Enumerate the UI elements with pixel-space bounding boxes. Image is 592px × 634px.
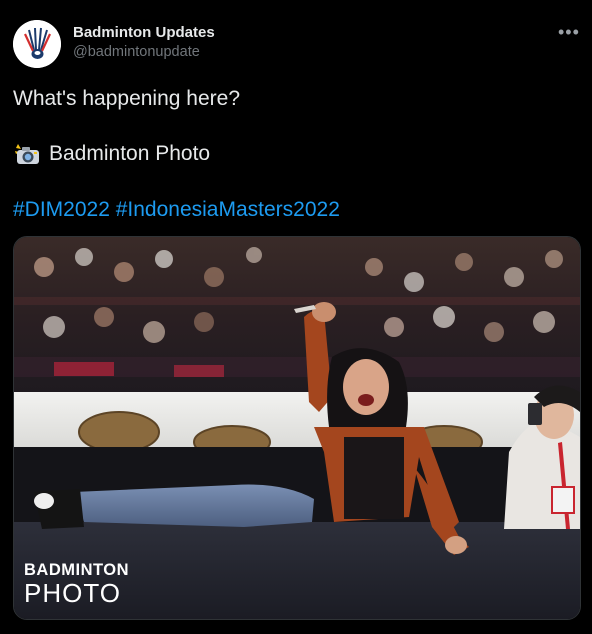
avatar[interactable]	[13, 20, 61, 68]
tweet-text-line: Badminton Photo	[13, 142, 210, 166]
tweet-text-label: Badminton Photo	[49, 142, 211, 165]
hashtag-link[interactable]: #IndonesiaMasters2022	[116, 198, 340, 221]
hashtag-line: #DIM2022 #IndonesiaMasters2022	[13, 198, 340, 222]
photo-watermark: BADMINTON PHOTO	[24, 562, 129, 606]
watermark-line2: PHOTO	[24, 577, 121, 608]
watermark-line1: BADMINTON	[24, 561, 130, 579]
more-options-icon[interactable]: •••	[558, 22, 580, 43]
camera-flash-icon	[13, 142, 41, 166]
shuttlecock-logo-icon	[13, 20, 61, 68]
tweet-photo[interactable]: BADMINTON PHOTO	[13, 236, 581, 620]
display-name[interactable]: Badminton Updates	[73, 24, 215, 41]
tweet-text-line: What's happening here?	[13, 87, 241, 110]
user-handle[interactable]: @badmintonupdate	[73, 44, 200, 60]
hashtag-link[interactable]: #DIM2022	[13, 198, 110, 221]
tweet-card: Badminton Updates @badmintonupdate ••• W…	[0, 0, 592, 634]
